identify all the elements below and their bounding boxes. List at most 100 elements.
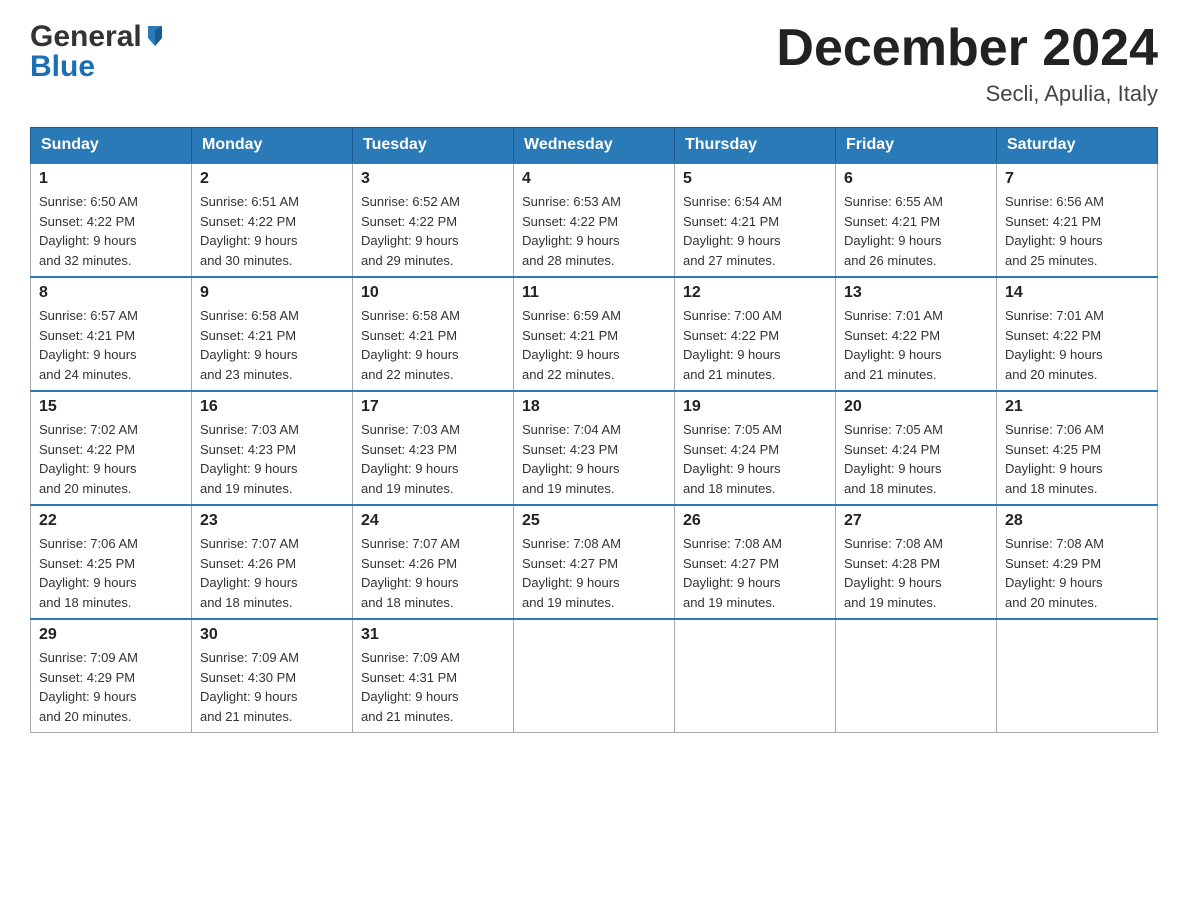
sunset-label: Sunset: 4:21 PM (683, 214, 779, 229)
day-info: Sunrise: 6:57 AM Sunset: 4:21 PM Dayligh… (39, 306, 183, 384)
sunrise-label: Sunrise: 7:00 AM (683, 308, 782, 323)
sunset-label: Sunset: 4:21 PM (1005, 214, 1101, 229)
table-row: 27 Sunrise: 7:08 AM Sunset: 4:28 PM Dayl… (836, 505, 997, 619)
table-row: 18 Sunrise: 7:04 AM Sunset: 4:23 PM Dayl… (514, 391, 675, 505)
sunset-label: Sunset: 4:21 PM (39, 328, 135, 343)
table-row: 28 Sunrise: 7:08 AM Sunset: 4:29 PM Dayl… (997, 505, 1158, 619)
table-row: 13 Sunrise: 7:01 AM Sunset: 4:22 PM Dayl… (836, 277, 997, 391)
table-row (836, 619, 997, 733)
day-number: 4 (522, 170, 666, 188)
col-thursday: Thursday (675, 128, 836, 164)
table-row: 31 Sunrise: 7:09 AM Sunset: 4:31 PM Dayl… (353, 619, 514, 733)
daylight-label: Daylight: 9 hours (844, 575, 942, 590)
sunset-label: Sunset: 4:24 PM (683, 442, 779, 457)
sunset-label: Sunset: 4:28 PM (844, 556, 940, 571)
sunrise-label: Sunrise: 7:07 AM (361, 536, 460, 551)
daylight-minutes: and 21 minutes. (844, 367, 937, 382)
sunset-label: Sunset: 4:22 PM (1005, 328, 1101, 343)
day-info: Sunrise: 7:09 AM Sunset: 4:30 PM Dayligh… (200, 648, 344, 726)
daylight-minutes: and 21 minutes. (683, 367, 776, 382)
daylight-minutes: and 18 minutes. (361, 595, 454, 610)
calendar-week-2: 8 Sunrise: 6:57 AM Sunset: 4:21 PM Dayli… (31, 277, 1158, 391)
sunset-label: Sunset: 4:22 PM (39, 214, 135, 229)
table-row: 29 Sunrise: 7:09 AM Sunset: 4:29 PM Dayl… (31, 619, 192, 733)
daylight-label: Daylight: 9 hours (39, 233, 137, 248)
table-row: 22 Sunrise: 7:06 AM Sunset: 4:25 PM Dayl… (31, 505, 192, 619)
calendar-table: Sunday Monday Tuesday Wednesday Thursday… (30, 127, 1158, 733)
sunrise-label: Sunrise: 7:08 AM (522, 536, 621, 551)
sunrise-label: Sunrise: 6:56 AM (1005, 194, 1104, 209)
sunrise-label: Sunrise: 7:07 AM (200, 536, 299, 551)
day-number: 18 (522, 398, 666, 416)
day-number: 7 (1005, 170, 1149, 188)
daylight-label: Daylight: 9 hours (683, 347, 781, 362)
day-number: 15 (39, 398, 183, 416)
daylight-minutes: and 22 minutes. (522, 367, 615, 382)
day-number: 16 (200, 398, 344, 416)
daylight-minutes: and 18 minutes. (200, 595, 293, 610)
day-info: Sunrise: 7:08 AM Sunset: 4:27 PM Dayligh… (683, 534, 827, 612)
day-number: 26 (683, 512, 827, 530)
table-row: 17 Sunrise: 7:03 AM Sunset: 4:23 PM Dayl… (353, 391, 514, 505)
table-row: 9 Sunrise: 6:58 AM Sunset: 4:21 PM Dayli… (192, 277, 353, 391)
sunrise-label: Sunrise: 7:08 AM (844, 536, 943, 551)
day-info: Sunrise: 7:03 AM Sunset: 4:23 PM Dayligh… (361, 420, 505, 498)
table-row: 24 Sunrise: 7:07 AM Sunset: 4:26 PM Dayl… (353, 505, 514, 619)
daylight-label: Daylight: 9 hours (1005, 347, 1103, 362)
daylight-minutes: and 20 minutes. (39, 481, 132, 496)
day-number: 12 (683, 284, 827, 302)
sunset-label: Sunset: 4:22 PM (522, 214, 618, 229)
table-row: 15 Sunrise: 7:02 AM Sunset: 4:22 PM Dayl… (31, 391, 192, 505)
calendar-week-1: 1 Sunrise: 6:50 AM Sunset: 4:22 PM Dayli… (31, 163, 1158, 277)
sunset-label: Sunset: 4:22 PM (844, 328, 940, 343)
daylight-label: Daylight: 9 hours (200, 347, 298, 362)
sunrise-label: Sunrise: 6:50 AM (39, 194, 138, 209)
calendar-week-5: 29 Sunrise: 7:09 AM Sunset: 4:29 PM Dayl… (31, 619, 1158, 733)
daylight-minutes: and 30 minutes. (200, 253, 293, 268)
day-info: Sunrise: 7:04 AM Sunset: 4:23 PM Dayligh… (522, 420, 666, 498)
table-row: 12 Sunrise: 7:00 AM Sunset: 4:22 PM Dayl… (675, 277, 836, 391)
daylight-label: Daylight: 9 hours (683, 233, 781, 248)
day-number: 6 (844, 170, 988, 188)
table-row: 11 Sunrise: 6:59 AM Sunset: 4:21 PM Dayl… (514, 277, 675, 391)
day-info: Sunrise: 6:54 AM Sunset: 4:21 PM Dayligh… (683, 192, 827, 270)
sunset-label: Sunset: 4:21 PM (522, 328, 618, 343)
sunset-label: Sunset: 4:23 PM (522, 442, 618, 457)
sunrise-label: Sunrise: 7:09 AM (200, 650, 299, 665)
day-number: 2 (200, 170, 344, 188)
daylight-label: Daylight: 9 hours (683, 575, 781, 590)
sunrise-label: Sunrise: 6:57 AM (39, 308, 138, 323)
day-number: 14 (1005, 284, 1149, 302)
sunset-label: Sunset: 4:23 PM (200, 442, 296, 457)
sunset-label: Sunset: 4:29 PM (39, 670, 135, 685)
table-row: 7 Sunrise: 6:56 AM Sunset: 4:21 PM Dayli… (997, 163, 1158, 277)
day-info: Sunrise: 6:58 AM Sunset: 4:21 PM Dayligh… (200, 306, 344, 384)
day-info: Sunrise: 7:08 AM Sunset: 4:27 PM Dayligh… (522, 534, 666, 612)
sunrise-label: Sunrise: 6:53 AM (522, 194, 621, 209)
daylight-label: Daylight: 9 hours (1005, 461, 1103, 476)
daylight-label: Daylight: 9 hours (1005, 233, 1103, 248)
daylight-label: Daylight: 9 hours (200, 461, 298, 476)
daylight-label: Daylight: 9 hours (522, 575, 620, 590)
logo-blue-text: Blue (30, 50, 95, 84)
day-info: Sunrise: 6:53 AM Sunset: 4:22 PM Dayligh… (522, 192, 666, 270)
sunrise-label: Sunrise: 7:03 AM (200, 422, 299, 437)
day-info: Sunrise: 6:59 AM Sunset: 4:21 PM Dayligh… (522, 306, 666, 384)
day-number: 19 (683, 398, 827, 416)
daylight-minutes: and 18 minutes. (39, 595, 132, 610)
day-info: Sunrise: 7:07 AM Sunset: 4:26 PM Dayligh… (361, 534, 505, 612)
logo-arrow-icon (144, 24, 166, 46)
sunrise-label: Sunrise: 7:05 AM (844, 422, 943, 437)
day-number: 20 (844, 398, 988, 416)
day-number: 31 (361, 626, 505, 644)
day-info: Sunrise: 6:52 AM Sunset: 4:22 PM Dayligh… (361, 192, 505, 270)
daylight-label: Daylight: 9 hours (39, 689, 137, 704)
sunset-label: Sunset: 4:31 PM (361, 670, 457, 685)
day-number: 10 (361, 284, 505, 302)
daylight-label: Daylight: 9 hours (361, 575, 459, 590)
day-number: 29 (39, 626, 183, 644)
day-info: Sunrise: 7:03 AM Sunset: 4:23 PM Dayligh… (200, 420, 344, 498)
day-number: 8 (39, 284, 183, 302)
table-row: 3 Sunrise: 6:52 AM Sunset: 4:22 PM Dayli… (353, 163, 514, 277)
daylight-label: Daylight: 9 hours (844, 461, 942, 476)
